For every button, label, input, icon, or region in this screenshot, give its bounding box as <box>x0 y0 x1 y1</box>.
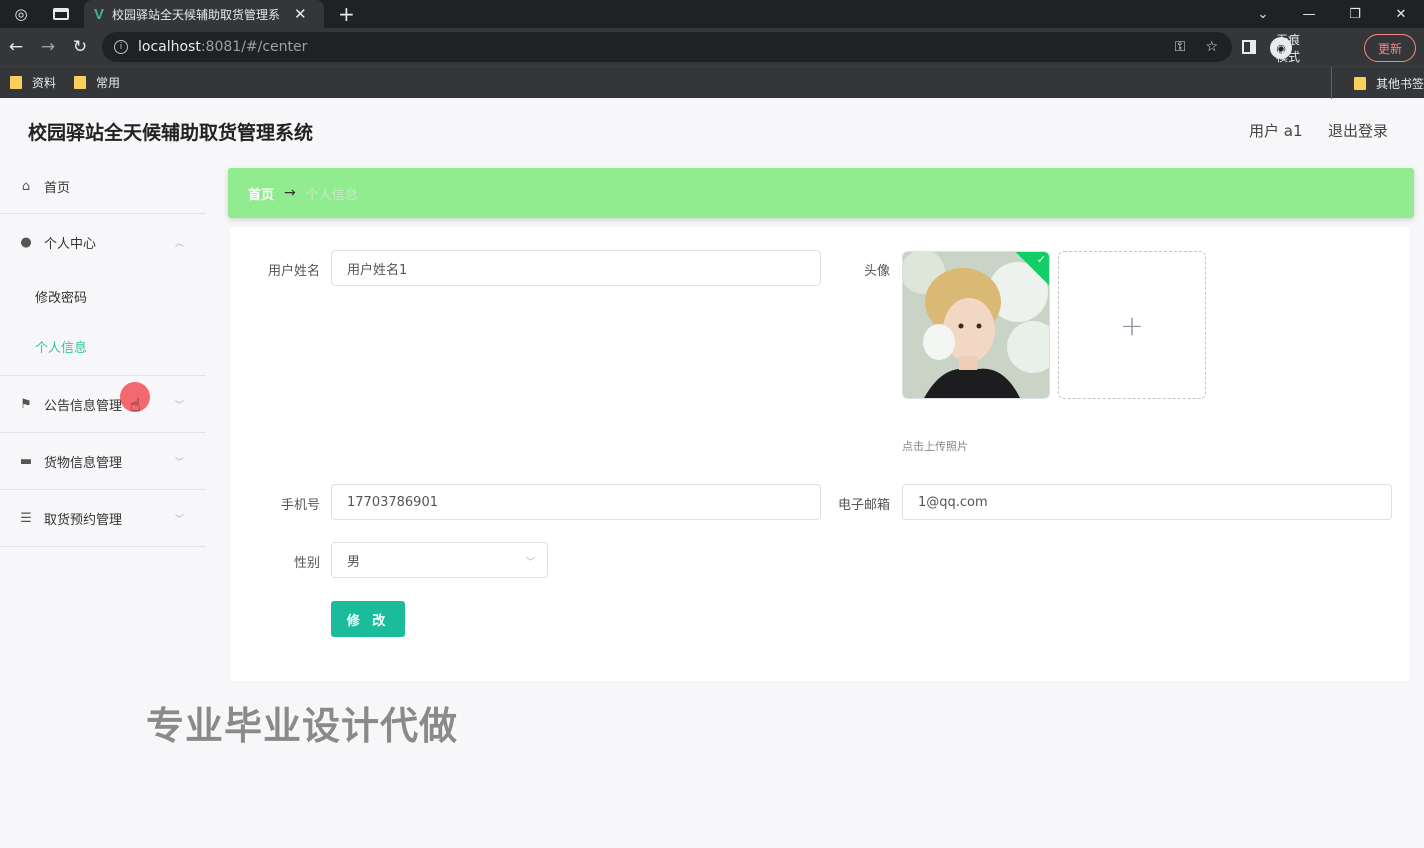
avatar-label: 头像 <box>863 264 890 279</box>
avatar-image[interactable]: ✓ <box>902 251 1050 399</box>
sidebar-item-personal-center[interactable]: ● 个人中心 ︿ <box>0 214 206 271</box>
forward-icon[interactable]: → <box>32 37 64 57</box>
reload-icon[interactable]: ↻ <box>64 37 96 57</box>
side-panel-icon[interactable] <box>1242 40 1256 54</box>
chevron-down-icon: ﹀ <box>525 558 535 568</box>
window-icon[interactable] <box>42 0 80 28</box>
breadcrumb: 首页 → 个人信息 <box>228 168 1414 218</box>
browser-tab-strip: ◎ V 校园驿站全天候辅助取货管理系 ✕ + ⌄ — ❐ ✕ <box>0 0 1424 28</box>
username-input[interactable]: 用户姓名1 <box>331 250 821 286</box>
breadcrumb-current: 个人信息 <box>305 187 358 203</box>
gender-select[interactable]: 男 ﹀ <box>331 542 548 578</box>
avatar-upload-button[interactable]: + <box>1058 251 1206 399</box>
address-toolbar: ← → ↻ i localhost :8081/#/center ⚿ ☆ <box>0 28 1424 66</box>
url-host: localhost <box>138 39 201 55</box>
breadcrumb-arrow-icon: → <box>284 185 296 201</box>
sidebar-item-label: 个人中心 <box>44 237 97 252</box>
phone-input[interactable]: 17703786901 <box>331 484 821 520</box>
new-tab-icon[interactable]: + <box>338 0 355 28</box>
upload-hint: 点击上传照片 <box>902 440 968 453</box>
sidebar-item-label: 公告信息管理 <box>44 398 123 414</box>
tab-title: 校园驿站全天候辅助取货管理系 <box>112 7 281 22</box>
user-icon: ● <box>20 235 32 250</box>
incognito-indicator[interactable]: ◉ 无痕模式 <box>1270 33 1300 64</box>
folder-icon <box>74 76 87 89</box>
other-bookmarks[interactable]: 其他书签 <box>1353 75 1424 92</box>
plus-icon: + <box>1120 308 1144 342</box>
username-label: 用户姓名 <box>267 264 320 279</box>
vue-icon: V <box>94 5 105 23</box>
breadcrumb-home[interactable]: 首页 <box>248 184 274 203</box>
chevron-down-icon: ﹀ <box>174 401 184 411</box>
close-window-icon[interactable]: ✕ <box>1378 7 1424 22</box>
sidebar-item-personal-info[interactable]: 个人信息 <box>0 321 206 371</box>
chevron-down-icon[interactable]: ⌄ <box>1240 7 1286 22</box>
modify-button[interactable]: 修 改 <box>331 601 405 637</box>
incognito-label: 无痕模式 <box>1275 33 1300 64</box>
watermark-text: 专业毕业设计代做 <box>146 704 459 748</box>
ticket-icon: ▬ <box>19 453 33 469</box>
system-title: 校园驿站全天候辅助取货管理系统 <box>28 122 314 144</box>
back-icon[interactable]: ← <box>0 37 32 57</box>
bookmark-folder[interactable]: 常用 <box>74 74 120 91</box>
browser-tab[interactable]: V 校园驿站全天候辅助取货管理系 ✕ <box>84 0 324 28</box>
logout-link[interactable]: 退出登录 <box>1328 120 1388 141</box>
app-root: 校园驿站全天候辅助取货管理系统 用户 a1 退出登录 ⌂ 首页 ● 个人中心 ︿… <box>0 99 1424 848</box>
current-user: 用户 a1 <box>1249 122 1303 140</box>
url-bar[interactable]: i localhost :8081/#/center ⚿ ☆ <box>102 32 1232 62</box>
chevron-down-icon: ﹀ <box>174 458 184 468</box>
gender-selected-value: 男 <box>347 554 361 570</box>
bookmark-folder[interactable]: 资料 <box>10 74 56 91</box>
check-icon: ✓ <box>1036 253 1046 266</box>
folder-icon <box>10 76 22 89</box>
url-path: :8081/#/center <box>200 39 308 55</box>
list-icon: ☰ <box>20 510 32 526</box>
sidebar-item-home[interactable]: ⌂ 首页 <box>0 159 206 214</box>
minimize-icon[interactable]: — <box>1286 7 1332 22</box>
sidebar: ⌂ 首页 ● 个人中心 ︿ 修改密码 个人信息 ⚑ 公告信息管理 ﹀ ▬ 货物信… <box>0 159 206 547</box>
restore-icon[interactable]: ❐ <box>1332 7 1378 22</box>
sidebar-item-pickup-mgmt[interactable]: ☰ 取货预约管理 ﹀ <box>0 490 206 547</box>
key-icon[interactable]: ⚿ <box>1175 39 1186 55</box>
bookmarks-bar: 资料 常用 其他书签 <box>0 66 1424 99</box>
star-icon[interactable]: ☆ <box>1205 39 1218 55</box>
email-input[interactable]: 1@qq.com <box>902 484 1392 520</box>
info-icon[interactable]: i <box>114 40 128 54</box>
phone-label: 手机号 <box>280 498 320 513</box>
avatar-photo <box>903 252 1049 398</box>
profile-form-card: 用户姓名 用户姓名1 头像 ✓ + 点击上传照片 手机号 17703786901… <box>230 227 1410 681</box>
email-label: 电子邮箱 <box>837 498 890 513</box>
pointer-hand-icon: ☝ <box>130 395 141 416</box>
sidebar-item-goods-mgmt[interactable]: ▬ 货物信息管理 ﹀ <box>0 433 206 490</box>
gender-label: 性别 <box>293 556 320 571</box>
sidebar-item-label: 货物信息管理 <box>44 455 123 471</box>
close-tab-icon[interactable]: ✕ <box>294 5 307 23</box>
update-button[interactable]: 更新 <box>1364 34 1416 62</box>
sidebar-item-change-password[interactable]: 修改密码 <box>0 271 206 321</box>
sidebar-item-label: 取货预约管理 <box>44 512 123 528</box>
globe-icon[interactable]: ◎ <box>0 0 42 28</box>
chevron-down-icon: ﹀ <box>174 515 184 525</box>
folder-icon <box>1353 76 1366 90</box>
sidebar-item-notice-mgmt[interactable]: ⚑ 公告信息管理 ﹀ <box>0 376 206 433</box>
chevron-up-icon: ︿ <box>174 239 184 249</box>
home-icon: ⌂ <box>21 178 31 194</box>
sidebar-item-label: 首页 <box>44 180 71 196</box>
flag-icon: ⚑ <box>20 396 32 412</box>
